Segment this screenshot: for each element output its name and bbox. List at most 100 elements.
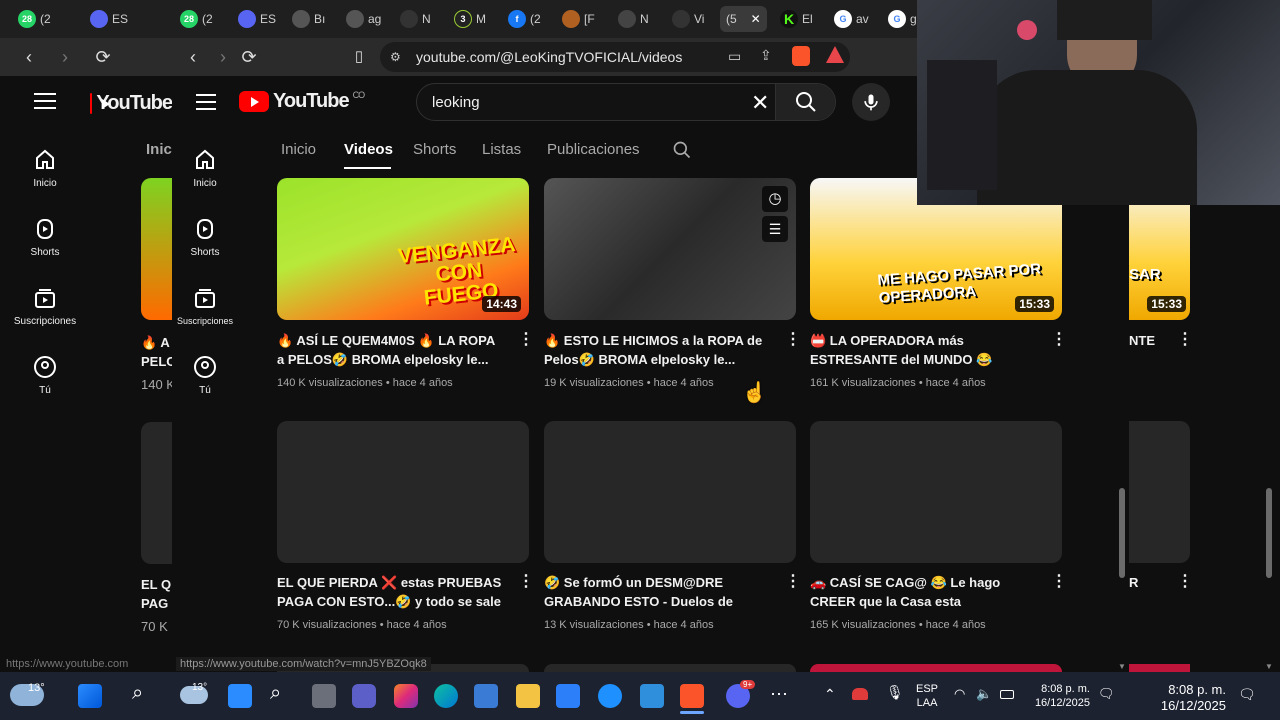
video-title[interactable]: 🤣 Se formÓ un DESM@DRE GRABANDO ESTO - D… bbox=[544, 573, 770, 611]
microphone-icon[interactable]: 🎙 bbox=[886, 684, 904, 701]
site-settings-icon[interactable]: ⚙ bbox=[390, 50, 401, 64]
more-apps-icon[interactable]: ⋯ bbox=[770, 684, 788, 705]
reload-icon[interactable]: ⟳ bbox=[92, 46, 114, 68]
video-thumbnail[interactable]: VENGANZA CON FUEGO 14:43 bbox=[277, 178, 529, 320]
video-title[interactable]: R bbox=[1129, 575, 1138, 590]
windows-start-icon[interactable] bbox=[228, 684, 252, 708]
notifications-icon[interactable]: 🗨 bbox=[1098, 686, 1115, 702]
battery-icon[interactable] bbox=[1000, 690, 1014, 699]
search-input[interactable]: leoking bbox=[432, 94, 480, 111]
video-thumbnail[interactable] bbox=[141, 422, 172, 564]
tab-inicio[interactable]: Inicio bbox=[281, 141, 316, 158]
browser-tab[interactable]: ES bbox=[238, 6, 276, 32]
sidebar-item-tu[interactable]: Tú bbox=[170, 355, 240, 396]
url-text[interactable]: youtube.com/@LeoKingTVOFICIAL/videos bbox=[416, 49, 682, 65]
browser-tab[interactable]: 28 (2 bbox=[18, 6, 51, 32]
voice-search-button[interactable] bbox=[852, 83, 890, 121]
more-actions-icon[interactable]: ⋮ bbox=[1177, 332, 1193, 348]
tab-videos[interactable]: Videos bbox=[344, 141, 393, 158]
sidebar-item-shorts[interactable]: Shorts bbox=[10, 217, 80, 258]
browser-tab[interactable]: [F bbox=[562, 6, 595, 32]
wifi-icon[interactable]: ◠ bbox=[954, 686, 965, 702]
youtube-logo[interactable]: YouTube CO bbox=[239, 90, 365, 113]
more-actions-icon[interactable]: ⋮ bbox=[785, 574, 801, 590]
add-to-queue-icon[interactable]: ☰ bbox=[762, 216, 788, 242]
tab-publicaciones[interactable]: Publicaciones bbox=[547, 141, 640, 158]
video-thumbnail[interactable] bbox=[544, 664, 796, 672]
video-thumbnail[interactable] bbox=[141, 178, 172, 320]
tab-inicio[interactable]: Inic bbox=[146, 141, 172, 158]
browser-tab[interactable]: Vi bbox=[672, 6, 704, 32]
video-thumbnail[interactable] bbox=[810, 421, 1062, 563]
tray-app-icon[interactable] bbox=[852, 688, 868, 700]
scrollbar-thumb[interactable] bbox=[1119, 488, 1125, 578]
search-box[interactable]: leoking ✕ bbox=[416, 83, 836, 121]
browser-tab[interactable]: N bbox=[400, 6, 431, 32]
search-button[interactable] bbox=[775, 84, 835, 120]
video-thumbnail[interactable] bbox=[277, 421, 529, 563]
video-title[interactable]: 📛 LA OPERADORA más ESTRESANTE del MUNDO … bbox=[810, 331, 1036, 369]
scrollbar-thumb[interactable] bbox=[1266, 488, 1272, 578]
volume-icon[interactable]: 🔈 bbox=[976, 686, 992, 702]
app-icon[interactable] bbox=[640, 684, 664, 708]
notifications-icon[interactable]: 🗨 bbox=[1238, 686, 1256, 703]
video-title[interactable]: 🔥 A PELO bbox=[141, 333, 172, 371]
cast-icon[interactable]: ▭ bbox=[728, 48, 741, 65]
video-title[interactable]: 🔥 ASÍ LE QUEM4M0S 🔥 LA ROPA a PELOS🤣 BRO… bbox=[277, 331, 503, 369]
clock[interactable]: 8:08 p. m. 16/12/2025 bbox=[1020, 682, 1090, 710]
reload-icon[interactable]: ⟳ bbox=[238, 46, 260, 68]
menu-icon[interactable] bbox=[196, 94, 216, 110]
browser-tab[interactable]: f (2 bbox=[508, 6, 541, 32]
video-thumbnail[interactable] bbox=[1129, 664, 1190, 672]
edge-icon[interactable] bbox=[434, 684, 458, 708]
channel-search-icon[interactable] bbox=[672, 140, 692, 160]
more-actions-icon[interactable]: ⋮ bbox=[1177, 574, 1193, 590]
menu-icon[interactable] bbox=[34, 93, 56, 109]
help-icon[interactable] bbox=[598, 684, 622, 708]
back-icon[interactable]: ‹ bbox=[182, 46, 204, 68]
video-title[interactable]: 🚗 CASÍ SE CAG@ 😂 Le hago CREER que la Ca… bbox=[810, 573, 1036, 611]
video-title[interactable]: NTE bbox=[1129, 333, 1155, 348]
search-icon[interactable]: ⌕ bbox=[270, 682, 281, 705]
clock[interactable]: 8:08 p. m. 16/12/2025 bbox=[1140, 682, 1226, 714]
youtube-logo[interactable]: YouTube bbox=[90, 92, 172, 115]
app-icon[interactable] bbox=[556, 684, 580, 708]
video-thumbnail[interactable] bbox=[1129, 421, 1190, 563]
video-thumbnail[interactable] bbox=[810, 664, 1062, 672]
brave-icon[interactable] bbox=[680, 684, 704, 708]
browser-tab[interactable]: N bbox=[618, 6, 649, 32]
more-actions-icon[interactable]: ⋮ bbox=[1051, 332, 1067, 348]
back-icon[interactable]: ‹ bbox=[18, 46, 40, 68]
sidebar-item-suscripciones[interactable]: Suscripciones bbox=[4, 286, 86, 327]
browser-tab[interactable]: ES bbox=[90, 6, 128, 32]
browser-tab[interactable]: Gav bbox=[834, 6, 869, 32]
scroll-down-icon[interactable]: ▼ bbox=[1265, 662, 1273, 671]
more-actions-icon[interactable]: ⋮ bbox=[518, 574, 534, 590]
browser-tab[interactable]: Bı bbox=[292, 6, 325, 32]
bookmark-icon[interactable]: ▯ bbox=[348, 46, 370, 68]
share-icon[interactable]: ⇪ bbox=[760, 47, 772, 64]
sidebar-item-shorts[interactable]: Shorts bbox=[170, 217, 240, 258]
video-title[interactable]: 🔥 ESTO LE HICIMOS a la ROPA de Pelos🤣 BR… bbox=[544, 331, 770, 369]
sidebar-item-tu[interactable]: Tú bbox=[10, 355, 80, 396]
more-actions-icon[interactable]: ⋮ bbox=[1051, 574, 1067, 590]
teams-icon[interactable] bbox=[352, 684, 376, 708]
browser-tab[interactable]: 3M bbox=[454, 6, 486, 32]
browser-tab[interactable]: 28 (2 bbox=[180, 6, 213, 32]
search-icon[interactable]: ⌕ bbox=[132, 682, 143, 705]
browser-tab-active[interactable]: (5 ✕ bbox=[720, 6, 767, 32]
tab-listas[interactable]: Listas bbox=[482, 141, 521, 158]
sidebar-item-inicio[interactable]: Inicio bbox=[10, 148, 80, 189]
language-indicator[interactable]: ESP LAA bbox=[916, 682, 938, 710]
windows-start-icon[interactable] bbox=[78, 684, 102, 708]
tab-shorts[interactable]: Shorts bbox=[413, 141, 456, 158]
close-tab-icon[interactable]: ✕ bbox=[751, 12, 761, 26]
browser-tab[interactable]: K El bbox=[780, 6, 813, 32]
brave-rewards-icon[interactable] bbox=[826, 46, 844, 63]
video-title[interactable]: EL Q PAG bbox=[141, 575, 172, 613]
task-view-icon[interactable] bbox=[312, 684, 336, 708]
brave-shields-icon[interactable] bbox=[792, 46, 810, 66]
forward-icon[interactable]: › bbox=[54, 46, 76, 68]
sidebar-item-suscripciones[interactable]: Suscripciones bbox=[172, 286, 238, 326]
video-thumbnail[interactable] bbox=[544, 421, 796, 563]
